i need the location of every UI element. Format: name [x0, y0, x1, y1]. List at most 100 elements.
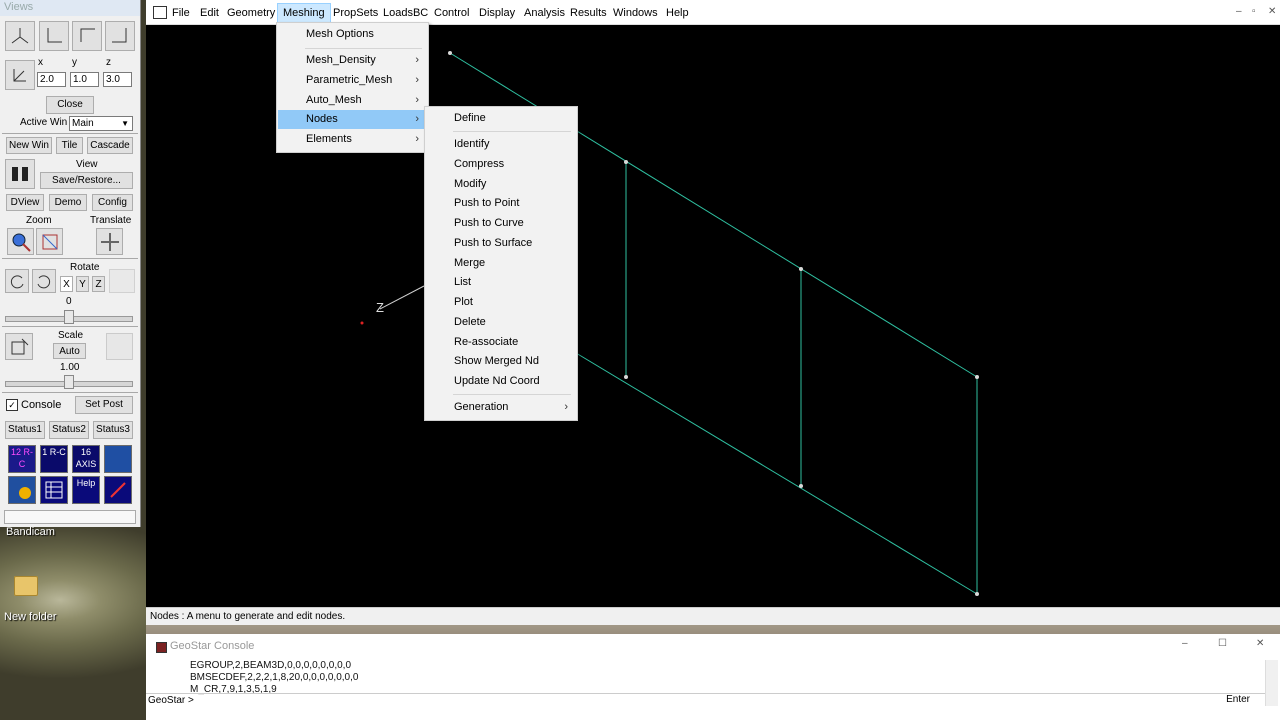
isometric-view-icon[interactable] [5, 21, 35, 51]
toolbox-12-icon[interactable]: 12 R-C [8, 445, 36, 473]
tile-button[interactable]: Tile [56, 137, 83, 154]
status3-button[interactable]: Status3 [93, 421, 133, 439]
set-post-button[interactable]: Set Post [75, 396, 133, 414]
menu-item-list[interactable]: List [426, 273, 576, 292]
menu-item-push-to-surface[interactable]: Push to Surface [426, 234, 576, 253]
menu-item-update-nd-coord[interactable]: Update Nd Coord [426, 372, 576, 391]
console-scrollbar[interactable] [1265, 660, 1278, 706]
toolbox-graph-icon[interactable] [104, 476, 132, 504]
menu-help[interactable]: Help [661, 4, 694, 22]
z-coord-input[interactable]: 3.0 [103, 72, 132, 87]
front-view-icon[interactable] [39, 21, 69, 51]
save-restore-button[interactable]: Save/Restore... [40, 172, 133, 189]
console-checkbox[interactable]: ✓ [6, 399, 18, 411]
menu-item-compress[interactable]: Compress [426, 155, 576, 174]
node-point[interactable] [624, 160, 628, 164]
zoom-box-icon[interactable] [36, 228, 63, 255]
status2-button[interactable]: Status2 [49, 421, 89, 439]
node-point[interactable] [624, 375, 628, 379]
menu-item-parametric-mesh[interactable]: Parametric_Mesh › [278, 71, 427, 90]
rotate-settings-icon[interactable] [109, 269, 135, 293]
console-maximize-icon[interactable]: ☐ [1218, 638, 1227, 649]
rotate-value: 0 [66, 296, 72, 307]
toolbox-tools-icon[interactable] [104, 445, 132, 473]
menu-item-identify[interactable]: Identify [426, 135, 576, 154]
folder-icon[interactable] [14, 576, 38, 596]
toolbox-help-icon[interactable]: Help [72, 476, 100, 504]
auto-scale-button[interactable]: Auto [53, 343, 86, 359]
menu-item-auto-mesh[interactable]: Auto_Mesh › [278, 91, 427, 110]
menu-results[interactable]: Results [565, 4, 612, 22]
menu-edit[interactable]: Edit [195, 4, 224, 22]
menu-item-plot[interactable]: Plot [426, 293, 576, 312]
rotate-z-button[interactable]: Z [92, 276, 105, 292]
menu-meshing[interactable]: Meshing [277, 3, 331, 23]
cascade-button[interactable]: Cascade [87, 137, 133, 154]
config-button[interactable]: Config [92, 194, 133, 211]
scale-slider-thumb[interactable] [64, 375, 74, 389]
menu-item-show-merged-nd[interactable]: Show Merged Nd [426, 352, 576, 371]
menu-item-define[interactable]: Define [426, 109, 576, 128]
console-prompt[interactable]: GeoStar > [146, 693, 1266, 708]
menu-item-generation[interactable]: Generation › [426, 398, 576, 417]
demo-button[interactable]: Demo [49, 194, 87, 211]
toolbox-list-icon[interactable] [40, 476, 68, 504]
new-win-button[interactable]: New Win [6, 137, 52, 154]
status1-button[interactable]: Status1 [5, 421, 45, 439]
node-point[interactable] [975, 592, 979, 596]
rotate-ccw-icon[interactable] [5, 269, 29, 293]
node-point[interactable] [975, 375, 979, 379]
restore-icon[interactable]: ▫ [1252, 6, 1256, 17]
minimize-icon[interactable]: – [1236, 6, 1242, 17]
menu-item-re-associate[interactable]: Re-associate [426, 333, 576, 352]
console-close-icon[interactable]: ✕ [1256, 638, 1264, 649]
close-button[interactable]: Close [46, 96, 94, 114]
console-title: GeoStar Console [170, 640, 255, 652]
node-point[interactable] [799, 484, 803, 488]
rotate-slider-thumb[interactable] [64, 310, 74, 324]
menu-item-mesh-density[interactable]: Mesh_Density › [278, 51, 427, 70]
top-view-icon[interactable] [72, 21, 102, 51]
binoculars-icon[interactable] [5, 159, 35, 189]
menu-item-push-to-point[interactable]: Push to Point [426, 194, 576, 213]
toolbox-axis-icon[interactable]: 16 AXIS [72, 445, 100, 473]
toolbox-pointer-icon[interactable] [8, 476, 36, 504]
node-point[interactable] [448, 51, 452, 55]
menu-loadsbc[interactable]: LoadsBC [378, 4, 433, 22]
bandicam-desktop-label[interactable]: Bandicam [6, 526, 55, 538]
node-point[interactable] [799, 267, 803, 271]
menu-item-nodes[interactable]: Nodes › [278, 110, 427, 129]
menu-item-delete[interactable]: Delete [426, 313, 576, 332]
zoom-in-icon[interactable] [7, 228, 34, 255]
menu-item-mesh-options[interactable]: Mesh Options [278, 25, 427, 44]
menu-windows[interactable]: Windows [608, 4, 663, 22]
menu-item-elements[interactable]: Elements › [278, 130, 427, 149]
menu-item-push-to-curve[interactable]: Push to Curve [426, 214, 576, 233]
dview-button[interactable]: DView [6, 194, 44, 211]
rotate-x-button[interactable]: X [60, 276, 73, 292]
translate-icon[interactable] [96, 228, 123, 255]
side-view-icon[interactable] [105, 21, 135, 51]
rotate-y-button[interactable]: Y [76, 276, 89, 292]
menu-item-modify[interactable]: Modify [426, 175, 576, 194]
console-minimize-icon[interactable]: – [1182, 638, 1188, 649]
x-coord-input[interactable]: 2.0 [37, 72, 66, 87]
menu-control[interactable]: Control [429, 4, 474, 22]
menu-propsets[interactable]: PropSets [328, 4, 383, 22]
menu-file[interactable]: File [167, 4, 195, 22]
close-icon[interactable]: ✕ [1268, 6, 1276, 17]
rotate-cw-icon[interactable] [32, 269, 56, 293]
user-view-icon[interactable] [5, 60, 35, 90]
toolbox-1-icon[interactable]: 1 R-C [40, 445, 68, 473]
new-folder-desktop-label[interactable]: New folder [4, 611, 57, 623]
menu-geometry[interactable]: Geometry [222, 4, 280, 22]
menu-analysis[interactable]: Analysis [519, 4, 570, 22]
scale-grid-icon[interactable] [106, 333, 133, 360]
menu-item-merge[interactable]: Merge [426, 254, 576, 273]
console-enter-button[interactable]: Enter [1226, 694, 1250, 705]
menu-display[interactable]: Display [474, 4, 520, 22]
scale-box-icon[interactable] [5, 333, 33, 360]
y-coord-input[interactable]: 1.0 [70, 72, 99, 87]
app-icon[interactable] [153, 6, 167, 19]
active-win-select[interactable]: Main ▼ [69, 116, 133, 131]
